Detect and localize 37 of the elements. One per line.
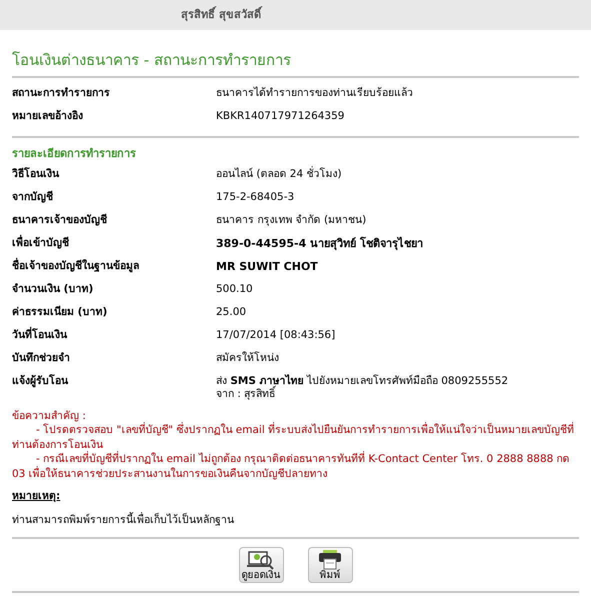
printer-icon	[318, 550, 342, 570]
user-name: สุรสิทธิ์ สุขสวัสดิ์	[181, 6, 261, 24]
field-value: 17/07/2014 [08:43:56]	[216, 328, 336, 341]
field-label: ธนาคารเจ้าของบัญชี	[12, 214, 108, 227]
note-text: ท่านสามารถพิมพ์รายการนี้เพื่อเก็บไว้เป็นหลักฐาน	[12, 514, 234, 526]
monitor-magnifier-icon	[247, 550, 275, 570]
notice-heading: ข้อความสำคัญ :	[12, 410, 86, 422]
field-value: MR SUWIT CHOT	[216, 260, 318, 273]
field-value: สมัครให้โหน่ง	[216, 352, 279, 364]
field-value: ธนาคารได้ทำรายการของท่านเรียบร้อยแล้ว	[216, 87, 413, 99]
field-label: เพื่อเข้าบัญชี	[12, 236, 70, 250]
field-label: จำนวนเงิน (บาท)	[12, 282, 94, 296]
print-button[interactable]: พิมพ์	[308, 546, 352, 583]
field-label: สถานะการทำรายการ	[12, 87, 111, 100]
field-label: บันทึกช่วยจำ	[12, 352, 71, 365]
field-value: 175-2-68405-3	[216, 190, 294, 203]
page-title: โอนเงินต่างธนาคาร - สถานะการทำรายการ	[12, 50, 291, 70]
field-value: KBKR140717971264359	[216, 110, 344, 122]
field-value: 25.00	[216, 306, 246, 318]
field-label: ชื่อเจ้าของบัญชีในฐานข้อมูล	[12, 260, 140, 273]
field-label: ค่าธรรมเนียม (บาท)	[12, 306, 108, 319]
field-label: วิธีโอนเงิน	[12, 168, 60, 181]
field-value: ส่ง SMS ภาษาไทย ไปยังหมายเลขโทรศัพท์มือถือ 0809255552	[216, 374, 508, 387]
field-value: ธนาคาร กรุงเทพ จำกัด (มหาชน)	[216, 214, 366, 226]
field-value: 389-0-44595-4 นายสุวิทย์ โชติจารุไชยา	[216, 236, 423, 250]
field-value: ออนไลน์ (ตลอด 24 ชั่วโมง)	[216, 168, 342, 180]
section-heading: รายละเอียดการทำรายการ	[12, 146, 136, 162]
view-balance-button[interactable]: ดูยอดเงิน	[238, 546, 284, 583]
field-label: แจ้งผู้รับโอน	[12, 374, 70, 388]
note-heading: หมายเหตุ:	[12, 490, 60, 502]
notice-item: - กรณีเลขที่บัญชีที่ปรากฏใน email ไม่ถูกต้อง กรุณาติดต่อธนาคารทันทีที่ K-Contact Center โทร. 0 2888 8888 กด 03 เพื่อให้ธนาคารช่วยประสานงานในการขอเงินคืนจากบัญชีปลายทาง	[12, 452, 571, 482]
field-label: จากบัญชี	[12, 190, 54, 204]
field-label: หมายเลขอ้างอิง	[12, 110, 84, 123]
field-label: วันที่โอนเงิน	[12, 328, 68, 342]
field-value: จาก : สุรสิทธิ์	[216, 388, 276, 400]
field-value: 500.10	[216, 282, 253, 295]
notice-item: - โปรดตรวจสอบ "เลขที่บัญชี" ซึ่งปรากฏใน email ที่ระบบส่งไปยืนยันการทำรายการเพื่อให้แน่ใจว่าเป็นหมายเลขบัญชีที่ท่านต้องการโอนเงิน	[12, 423, 576, 451]
